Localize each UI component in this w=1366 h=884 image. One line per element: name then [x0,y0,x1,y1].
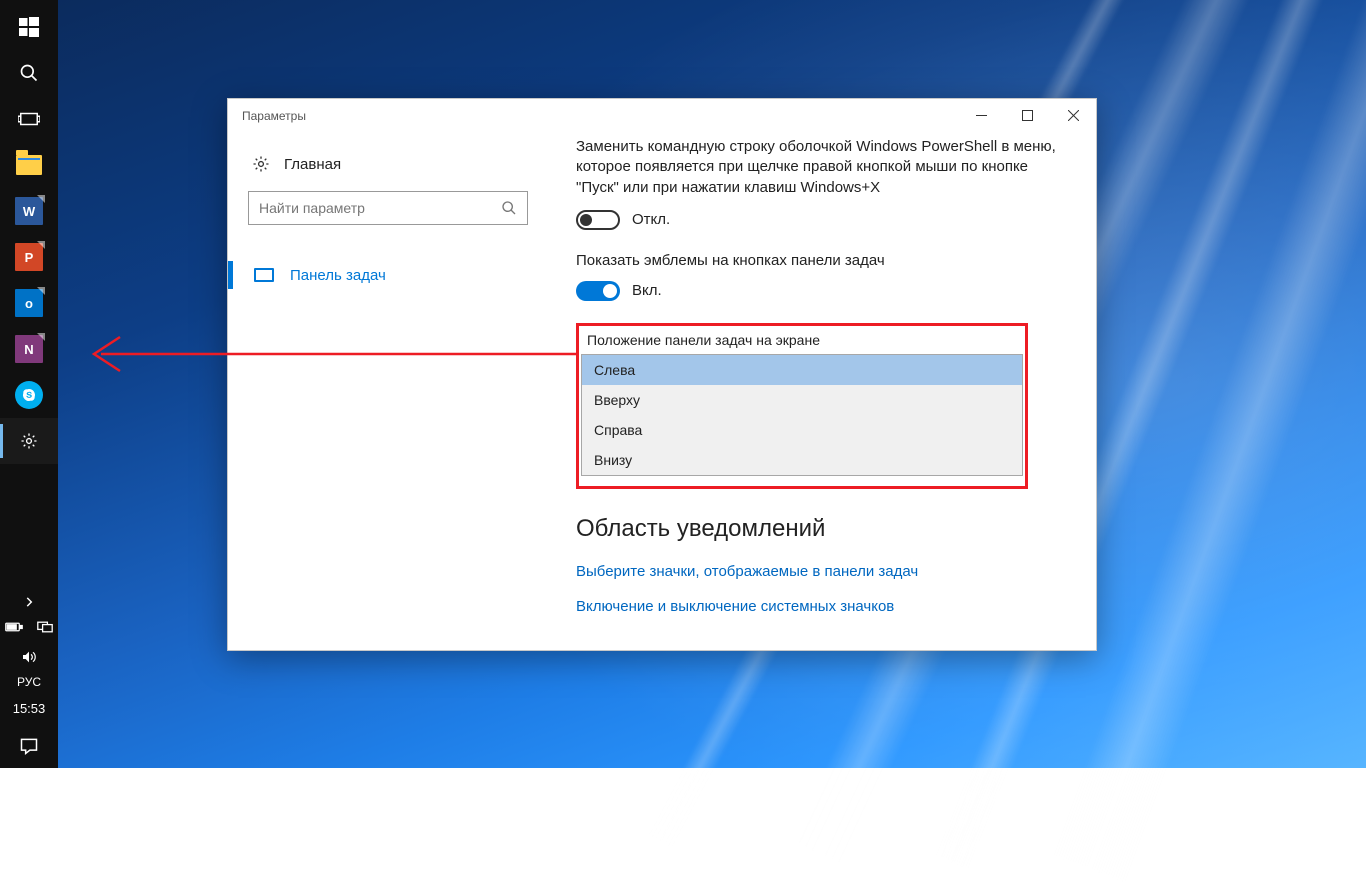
powerpoint-icon: P [15,243,43,271]
settings-content: Заменить командную строку оболочкой Wind… [548,133,1096,650]
sidebar-home[interactable]: Главная [248,149,528,191]
dropdown-option-top[interactable]: Вверху [582,385,1022,415]
window-titlebar[interactable]: Параметры [228,99,1096,133]
setting-powershell-description: Заменить командную строку оболочкой Wind… [576,137,1056,198]
outlook-icon: o [15,289,43,317]
tray-network-icon[interactable] [37,620,53,639]
taskbar-icon [254,268,274,282]
gear-icon [252,155,270,173]
windows-logo-icon [19,17,39,37]
word-icon: W [15,197,43,225]
toggle-badges[interactable] [576,281,620,301]
taskbar-position-dropdown[interactable]: Слева Вверху Справа Внизу [581,354,1023,476]
toggle-powershell[interactable] [576,210,620,230]
notification-icon [19,736,39,756]
dropdown-option-bottom[interactable]: Внизу [582,445,1022,475]
taskbar-vertical: W P o N РУС 15:53 [0,0,58,768]
taskbar-app-powerpoint[interactable]: P [0,234,58,280]
setting-badges-label: Показать эмблемы на кнопках панели задач [576,252,1056,269]
dropdown-option-right[interactable]: Справа [582,415,1022,445]
action-center-button[interactable] [0,724,58,768]
link-system-icons-toggle[interactable]: Включение и выключение системных значков [576,598,1056,615]
sidebar-home-label: Главная [284,156,341,173]
taskbar-app-settings[interactable] [0,418,58,464]
taskbar-app-outlook[interactable]: o [0,280,58,326]
notification-area-heading: Область уведомлений [576,515,1056,543]
window-minimize-button[interactable] [958,99,1004,133]
search-icon [19,63,39,83]
toggle-badges-state: Вкл. [632,282,662,299]
tray-battery-icon[interactable] [5,620,23,638]
tray-overflow-button[interactable] [0,587,58,617]
gear-icon [20,432,38,450]
start-button[interactable] [0,4,58,50]
window-close-button[interactable] [1050,99,1096,133]
settings-search-field[interactable] [259,200,501,216]
taskbar-position-label: Положение панели задач на экране [581,328,1023,354]
sidebar-item-label: Панель задач [290,267,386,284]
task-view-icon [18,110,40,128]
toggle-powershell-state: Откл. [632,211,670,228]
task-view-button[interactable] [0,96,58,142]
chevron-right-icon [22,595,36,609]
tray-volume-icon[interactable] [20,649,38,670]
taskbar-app-skype[interactable] [0,372,58,418]
sidebar-item-taskbar[interactable]: Панель задач [248,253,528,297]
settings-sidebar: Главная Панель задач [228,133,548,650]
link-select-taskbar-icons[interactable]: Выберите значки, отображаемые в панели з… [576,563,1056,580]
settings-window: Параметры Главная Панель задач Заменить … [227,98,1097,651]
tray-clock[interactable]: 15:53 [0,693,58,724]
window-maximize-button[interactable] [1004,99,1050,133]
file-explorer-icon [16,155,42,175]
taskbar-search-button[interactable] [0,50,58,96]
settings-search-input[interactable] [248,191,528,225]
annotation-highlight-box: Положение панели задач на экране Слева В… [576,323,1028,489]
taskbar-app-word[interactable]: W [0,188,58,234]
window-title: Параметры [242,109,306,123]
taskbar-app-explorer[interactable] [0,142,58,188]
dropdown-option-left[interactable]: Слева [582,355,1022,385]
search-icon [501,200,517,216]
onenote-icon: N [15,335,43,363]
taskbar-app-onenote[interactable]: N [0,326,58,372]
skype-icon [15,381,43,409]
tray-language-indicator[interactable]: РУС [0,671,58,693]
